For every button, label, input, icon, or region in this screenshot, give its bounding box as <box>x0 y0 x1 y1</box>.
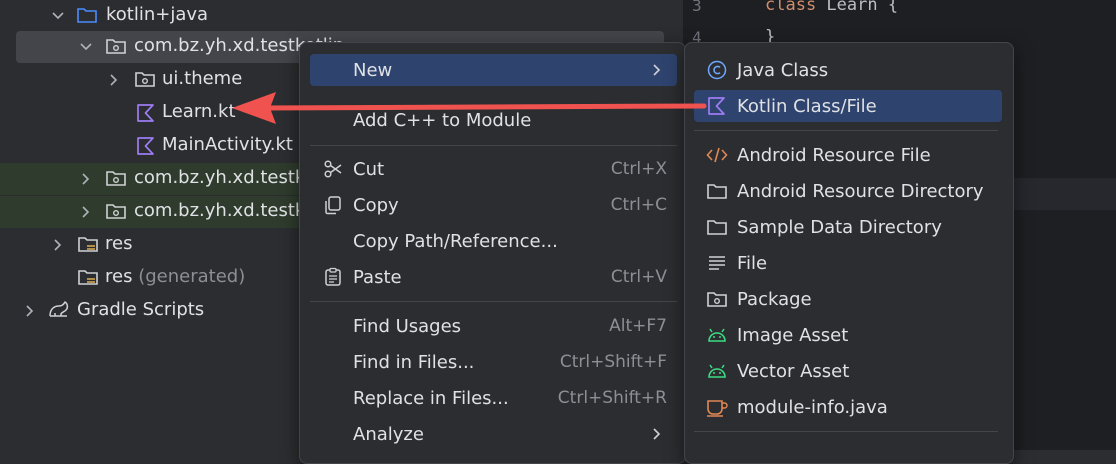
submenu-item-label: Package <box>737 288 812 310</box>
submenu-item-file[interactable]: File <box>694 247 1002 279</box>
submenu-item-android-resource-file[interactable]: Android Resource File <box>694 139 1002 171</box>
menu-separator <box>694 130 998 131</box>
menu-separator <box>694 431 998 432</box>
tree-item-label: res <box>105 233 133 254</box>
menu-item-shortcut: Ctrl+X <box>610 159 667 179</box>
submenu-item-image-asset[interactable]: Image Asset <box>694 319 1002 351</box>
menu-item-label: Paste <box>353 266 402 288</box>
menu-item-label: Analyze <box>353 423 424 445</box>
menu-separator <box>310 145 677 146</box>
chevron-right-icon[interactable] <box>106 72 122 88</box>
menu-item-paste[interactable]: Paste Ctrl+V <box>310 261 677 293</box>
code-keyword: class <box>765 0 817 15</box>
text-file-icon <box>706 252 728 274</box>
menu-item-shortcut: Ctrl+C <box>610 195 667 215</box>
submenu-item-package[interactable]: Package <box>694 283 1002 315</box>
tree-item-label: kotlin+java <box>106 4 209 25</box>
submenu-item-label: Android Resource File <box>737 144 931 166</box>
tree-item-label: MainActivity.kt <box>162 134 293 155</box>
kotlin-file-icon <box>136 103 158 123</box>
scissors-icon <box>322 158 344 180</box>
tree-item-label: res <box>105 266 133 287</box>
menu-item-add-cpp[interactable]: Add C++ to Module <box>310 104 677 136</box>
current-line-highlight <box>1010 178 1116 210</box>
chevron-right-icon <box>651 61 663 80</box>
menu-item-find-usages[interactable]: Find Usages Alt+F7 <box>310 310 677 342</box>
submenu-item-java-class[interactable]: Java Class <box>694 54 1002 86</box>
code-line: class Learn { <box>765 0 898 15</box>
menu-item-copy[interactable]: Copy Ctrl+C <box>310 189 677 221</box>
chevron-right-icon[interactable] <box>50 237 66 253</box>
submenu-item-label: Vector Asset <box>737 360 850 382</box>
package-icon <box>134 69 156 89</box>
menu-item-label: Copy <box>353 194 399 216</box>
submenu-item-vector-asset[interactable]: Vector Asset <box>694 355 1002 387</box>
folder-icon <box>706 216 728 238</box>
menu-item-label: Add C++ to Module <box>353 109 532 131</box>
resource-folder-icon <box>77 234 99 254</box>
menu-separator <box>310 301 677 302</box>
submenu-item-sample-data-directory[interactable]: Sample Data Directory <box>694 211 1002 243</box>
submenu-item-label: Java Class <box>737 59 829 81</box>
menu-item-cut[interactable]: Cut Ctrl+X <box>310 153 677 185</box>
android-icon <box>706 360 728 382</box>
menu-item-label: Find in Files... <box>353 351 475 373</box>
package-icon <box>105 201 127 221</box>
menu-item-label: New <box>353 59 393 81</box>
folder-icon <box>76 5 98 25</box>
menu-item-shortcut: Ctrl+Shift+F <box>559 352 667 372</box>
context-menu: New Add C++ to Module Cut Ctrl+X Copy Ct… <box>299 42 686 464</box>
submenu-item-label: Android Resource Directory <box>737 180 984 202</box>
kotlin-file-icon <box>706 95 728 117</box>
menu-item-label: Copy Path/Reference... <box>353 230 558 252</box>
tree-item-label: Learn.kt <box>162 101 236 122</box>
tree-item-label-wrap: res (generated) <box>105 266 245 287</box>
line-number: 3 <box>692 0 702 15</box>
chevron-right-icon[interactable] <box>78 204 94 220</box>
clipboard-icon <box>322 266 344 288</box>
submenu-item-android-resource-directory[interactable]: Android Resource Directory <box>694 175 1002 207</box>
android-icon <box>706 324 728 346</box>
code-tag-icon <box>706 144 728 166</box>
menu-item-shortcut: Alt+F7 <box>609 316 667 336</box>
chevron-down-icon[interactable] <box>50 8 66 24</box>
menu-item-shortcut: Ctrl+V <box>610 267 667 287</box>
package-icon <box>105 36 127 56</box>
menu-item-label: Find Usages <box>353 315 462 337</box>
new-submenu: Java Class Kotlin Class/File Android Res… <box>684 42 1014 464</box>
kotlin-file-icon <box>136 136 158 156</box>
menu-item-find-in-files[interactable]: Find in Files... Ctrl+Shift+F <box>310 346 677 378</box>
gradle-icon <box>47 300 69 320</box>
menu-item-replace-in-files[interactable]: Replace in Files... Ctrl+Shift+R <box>310 382 677 414</box>
menu-item-new[interactable]: New <box>310 54 677 86</box>
menu-item-label: Replace in Files... <box>353 387 509 409</box>
generated-suffix: (generated) <box>138 266 246 287</box>
tree-item-kotlin-java[interactable]: kotlin+java <box>16 0 664 32</box>
menu-item-shortcut: Ctrl+Shift+R <box>557 388 667 408</box>
menu-item-analyze[interactable]: Analyze <box>310 418 677 450</box>
submenu-item-module-info[interactable]: module-info.java <box>694 391 1002 423</box>
menu-item-label: Cut <box>353 158 385 180</box>
submenu-item-label: File <box>737 252 768 274</box>
submenu-item-label: Image Asset <box>737 324 849 346</box>
chevron-down-icon[interactable] <box>78 39 94 55</box>
copy-icon <box>322 194 344 216</box>
chevron-right-icon <box>651 425 663 444</box>
coffee-cup-icon <box>706 396 728 418</box>
package-icon <box>706 288 728 310</box>
menu-item-copy-path[interactable]: Copy Path/Reference... <box>310 225 677 257</box>
chevron-right-icon[interactable] <box>78 171 94 187</box>
submenu-item-label: Sample Data Directory <box>737 216 942 238</box>
folder-icon <box>706 180 728 202</box>
submenu-item-kotlin-class-file[interactable]: Kotlin Class/File <box>694 90 1002 122</box>
submenu-item-label: module-info.java <box>737 396 888 418</box>
chevron-right-icon[interactable] <box>22 303 38 319</box>
resource-folder-icon <box>77 267 99 287</box>
tree-item-label: ui.theme <box>162 68 243 89</box>
code-text: Learn { <box>816 0 899 15</box>
submenu-item-label: Kotlin Class/File <box>737 95 877 117</box>
tree-item-label: Gradle Scripts <box>77 299 205 320</box>
java-class-icon <box>706 59 728 81</box>
package-icon <box>105 168 127 188</box>
